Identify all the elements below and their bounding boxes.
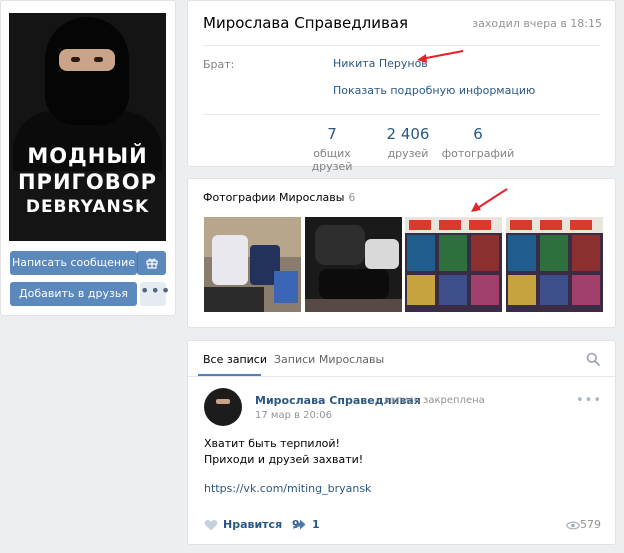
photos-count: 6	[348, 191, 356, 204]
avatar-caption-line1: МОДНЫЙ	[27, 144, 148, 168]
photo-shape	[572, 275, 600, 305]
send-message-button[interactable]: Написать сообщение	[10, 251, 137, 275]
photo-shape	[508, 235, 536, 271]
post-date[interactable]: 17 мар в 20:06	[255, 410, 332, 421]
post-author-avatar[interactable]	[204, 388, 242, 426]
divider	[203, 114, 600, 115]
photo-shape	[204, 287, 264, 312]
profile-avatar-card: МОДНЫЙ ПРИГОВОР DEBRYANSK Написать сообщ…	[0, 0, 176, 316]
show-details-link[interactable]: Показать подробную информацию	[333, 84, 535, 97]
photos-title-label: Фотографии Мирославы	[203, 191, 345, 204]
photo-shape	[508, 275, 536, 305]
photo-shape	[540, 235, 568, 271]
more-actions-button[interactable]: •••	[140, 282, 170, 306]
stat-value: 7	[327, 125, 337, 143]
photo-shape	[471, 235, 499, 271]
post-text: Приходи и друзей захвати!	[204, 453, 364, 466]
share-icon[interactable]	[293, 519, 306, 531]
avatar-eye-right	[94, 57, 103, 62]
photo-shape	[407, 275, 435, 305]
wall-block: Все записи Записи Мирославы Мирослава Сп…	[187, 340, 616, 545]
photos-block: Фотографии Мирославы 6	[187, 178, 616, 328]
photo-shape	[439, 220, 461, 230]
stat-label: фотографий	[441, 147, 515, 160]
photo-shape	[409, 220, 431, 230]
profile-name: Мирослава Справедливая	[203, 14, 409, 32]
photo-shape	[540, 220, 562, 230]
photo-shape	[540, 275, 568, 305]
send-gift-button[interactable]	[137, 251, 166, 275]
last-seen-status: заходил вчера в 18:15	[472, 17, 602, 30]
post-text: Хватит быть терпилой!	[204, 437, 340, 450]
like-label: Нравится	[223, 518, 283, 531]
stat-value: 6	[473, 125, 483, 143]
post-menu-button[interactable]: •••	[576, 393, 602, 408]
relation-link[interactable]: Никита Перунов	[333, 57, 428, 70]
profile-avatar[interactable]: МОДНЫЙ ПРИГОВОР DEBRYANSK	[9, 13, 166, 241]
stat-common-friends[interactable]: 7 общих друзей	[292, 125, 372, 173]
post-link[interactable]: https://vk.com/miting_bryansk	[204, 482, 371, 495]
stat-photos[interactable]: 6 фотографий	[438, 125, 518, 160]
avatar-caption-line3: DEBRYANSK	[25, 197, 150, 217]
stat-label: общих друзей	[311, 147, 353, 173]
photo-shape	[469, 220, 491, 230]
avatar-caption-line2: ПРИГОВОР	[17, 170, 158, 194]
photo-shape	[315, 225, 365, 265]
heart-icon[interactable]	[204, 519, 218, 531]
photo-shape	[439, 235, 467, 271]
photos-title[interactable]: Фотографии Мирославы 6	[203, 191, 355, 204]
photo-thumbnail[interactable]	[405, 217, 502, 312]
annotation-arrow	[417, 50, 464, 63]
photo-shape	[570, 220, 592, 230]
eye-icon	[566, 521, 580, 530]
photo-shape	[572, 235, 600, 271]
profile-info-card: Мирослава Справедливая заходил вчера в 1…	[187, 0, 616, 173]
search-icon[interactable]	[586, 352, 600, 366]
tab-own-posts[interactable]: Записи Мирославы	[274, 353, 384, 366]
avatar-eye-left	[71, 57, 80, 62]
photo-shape	[439, 275, 467, 305]
photo-shape	[471, 275, 499, 305]
divider	[188, 376, 615, 377]
avatar-eyes	[216, 399, 230, 404]
photo-thumbnail[interactable]	[305, 217, 402, 312]
photo-thumbnail[interactable]	[506, 217, 603, 312]
avatar-hood	[45, 17, 129, 125]
stat-friends[interactable]: 2 406 друзей	[368, 125, 448, 160]
photo-shape	[407, 235, 435, 271]
stat-value: 2 406	[386, 125, 430, 143]
photo-shape	[365, 239, 399, 269]
photo-shape	[274, 271, 298, 303]
avatar-caption-top: МОДНЫЙ ПРИГОВОР	[9, 143, 166, 195]
tab-all-posts[interactable]: Все записи	[203, 353, 267, 366]
divider	[203, 45, 600, 46]
photo-shape	[510, 220, 532, 230]
stat-label: друзей	[387, 147, 429, 160]
photo-shape	[319, 269, 389, 299]
avatar-eyes	[59, 49, 115, 71]
relation-label: Брат:	[203, 58, 235, 71]
photo-shape	[212, 235, 248, 285]
gift-icon	[146, 258, 158, 269]
like-button[interactable]: Нравится 9	[223, 518, 300, 531]
post-pinned-label: запись закреплена	[384, 395, 485, 406]
share-count[interactable]: 1	[312, 518, 320, 531]
photo-shape	[305, 299, 402, 312]
views-count: 579	[580, 518, 601, 531]
annotation-arrow	[471, 188, 508, 212]
add-friend-button[interactable]: Добавить в друзья	[10, 282, 137, 306]
photo-thumbnail[interactable]	[204, 217, 301, 312]
